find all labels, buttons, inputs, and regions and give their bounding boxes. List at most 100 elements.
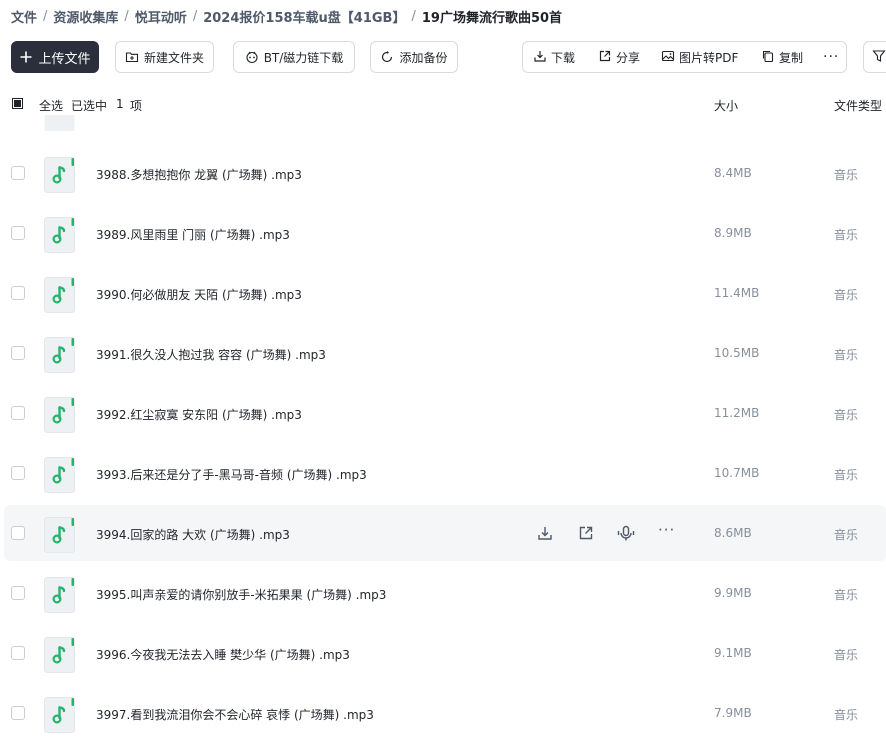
download-icon	[533, 49, 547, 66]
file-name[interactable]: 3995.叫声亲爱的请你别放手-米拓果果 (广场舞) .mp3	[96, 586, 386, 603]
file-row[interactable]: 3995.叫声亲爱的请你别放手-米拓果果 (广场舞) .mp3 9.9MB 音乐	[0, 565, 886, 621]
file-list: 3988.多想抱抱你 龙翼 (广场舞) .mp3 8.4MB 音乐 3989.风…	[0, 115, 886, 742]
file-size: 9.1MB	[714, 646, 752, 660]
row-checkbox[interactable]	[11, 286, 25, 300]
image-to-pdf-label: 图片转PDF	[679, 50, 739, 65]
size-column-header[interactable]: 大小	[714, 97, 738, 114]
music-file-icon	[44, 157, 76, 193]
file-row[interactable]: 3988.多想抱抱你 龙翼 (广场舞) .mp3 8.4MB 音乐	[0, 145, 886, 201]
file-type: 音乐	[834, 468, 859, 482]
file-type: 音乐	[834, 708, 859, 722]
image-icon	[661, 49, 675, 66]
row-checkbox[interactable]	[11, 346, 25, 360]
selected-unit: 项	[130, 99, 143, 113]
file-type: 音乐	[834, 228, 859, 242]
filter-icon	[872, 48, 886, 67]
selected-count: 1	[116, 97, 124, 111]
image-to-pdf-button[interactable]: 图片转PDF	[661, 42, 738, 72]
breadcrumb-separator: /	[43, 8, 48, 24]
file-row[interactable]: 3989.风里雨里 门丽 (广场舞) .mp3 8.9MB 音乐	[0, 205, 886, 261]
more-icon: ···	[823, 49, 840, 65]
row-checkbox[interactable]	[11, 406, 25, 420]
bt-magnet-download-label: BT/磁力链下载	[263, 50, 344, 65]
upload-file-label: 上传文件	[38, 51, 91, 67]
copy-label: 复制	[779, 50, 804, 65]
breadcrumb-item-current-folder: 19广场舞流行歌曲50首	[421, 10, 563, 26]
download-button[interactable]: 下载	[533, 42, 575, 72]
file-size: 7.9MB	[714, 706, 752, 720]
bt-magnet-download-button[interactable]: BT/磁力链下载	[233, 41, 355, 73]
file-type: 音乐	[834, 348, 859, 362]
breadcrumb-item-files[interactable]: 文件	[11, 7, 37, 26]
breadcrumb-item-pleasant-music[interactable]: 悦耳动听	[135, 7, 187, 26]
toolbar: 上传文件 新建文件夹 BT/磁力链下载 添加备份 下载 分享 图片转PDF 复制…	[11, 41, 886, 73]
breadcrumb: 文件 / 资源收集库 / 悦耳动听 / 2024报价158车载u盘【41GB】 …	[11, 6, 562, 26]
file-name[interactable]: 3989.风里雨里 门丽 (广场舞) .mp3	[96, 226, 290, 243]
partial-previous-row	[0, 115, 886, 131]
file-name[interactable]: 3990.何必做朋友 天陌 (广场舞) .mp3	[96, 286, 302, 303]
selected-label: 已选中	[71, 99, 108, 113]
file-row[interactable]: 3991.很久没人抱过我 容容 (广场舞) .mp3 10.5MB 音乐	[0, 325, 886, 381]
row-more-icon[interactable]: ···	[658, 521, 676, 539]
new-folder-button[interactable]: 新建文件夹	[115, 41, 214, 73]
plus-icon	[19, 50, 33, 64]
row-checkbox[interactable]	[11, 586, 25, 600]
row-checkbox[interactable]	[11, 646, 25, 660]
folder-plus-icon	[125, 50, 139, 64]
row-checkbox[interactable]	[11, 166, 25, 180]
music-file-icon	[44, 217, 76, 253]
file-name[interactable]: 3997.看到我流泪你会不会心碎 哀悸 (广场舞) .mp3	[96, 706, 374, 723]
file-name[interactable]: 3996.今夜我无法去入睡 樊少华 (广场舞) .mp3	[96, 646, 350, 663]
file-row[interactable]: 3997.看到我流泪你会不会心碎 哀悸 (广场舞) .mp3 7.9MB 音乐	[0, 685, 886, 741]
file-row[interactable]: 3992.红尘寂寞 安东阳 (广场舞) .mp3 11.2MB 音乐	[0, 385, 886, 441]
music-file-icon	[44, 397, 76, 433]
filter-button[interactable]	[863, 41, 886, 73]
breadcrumb-item-usb-drive[interactable]: 2024报价158车载u盘【41GB】	[203, 7, 405, 26]
file-row[interactable]: 3993.后来还是分了手-黑马哥-音频 (广场舞) .mp3 10.7MB 音乐	[0, 445, 886, 501]
copy-button[interactable]: 复制	[761, 42, 803, 72]
copy-icon	[761, 49, 775, 66]
music-file-icon	[44, 697, 76, 733]
new-folder-label: 新建文件夹	[143, 50, 204, 65]
file-type: 音乐	[834, 648, 859, 662]
file-name[interactable]: 3992.红尘寂寞 安东阳 (广场舞) .mp3	[96, 406, 302, 423]
row-hover-actions: ···	[4, 505, 886, 561]
file-name[interactable]: 3988.多想抱抱你 龙翼 (广场舞) .mp3	[96, 166, 302, 183]
row-audio-icon[interactable]	[617, 524, 635, 542]
music-file-icon	[44, 115, 76, 131]
row-checkbox[interactable]	[11, 466, 25, 480]
row-share-icon[interactable]	[577, 524, 595, 542]
music-file-icon	[44, 277, 76, 313]
more-actions-button[interactable]: ···	[823, 42, 839, 72]
row-checkbox[interactable]	[11, 706, 25, 720]
upload-file-button[interactable]: 上传文件	[11, 41, 99, 73]
file-row[interactable]: 3996.今夜我无法去入睡 樊少华 (广场舞) .mp3 9.1MB 音乐	[0, 625, 886, 681]
file-row[interactable]: 3994.回家的路 大欢 (广场舞) .mp3 8.6MB 音乐 ···	[4, 505, 886, 561]
row-checkbox[interactable]	[11, 226, 25, 240]
type-column-header[interactable]: 文件类型	[834, 97, 882, 114]
backup-icon	[380, 50, 394, 64]
file-row[interactable]: 3990.何必做朋友 天陌 (广场舞) .mp3 11.4MB 音乐	[0, 265, 886, 321]
music-file-icon	[44, 577, 76, 613]
file-type: 音乐	[834, 408, 859, 422]
music-file-icon	[44, 637, 76, 673]
share-label: 分享	[616, 50, 641, 65]
file-type: 音乐	[834, 588, 859, 602]
row-download-icon[interactable]	[536, 524, 554, 542]
download-label: 下载	[551, 50, 576, 65]
file-name[interactable]: 3991.很久没人抱过我 容容 (广场舞) .mp3	[96, 346, 326, 363]
file-size: 10.5MB	[714, 346, 760, 360]
share-icon	[598, 49, 612, 66]
file-name[interactable]: 3993.后来还是分了手-黑马哥-音频 (广场舞) .mp3	[96, 466, 367, 483]
file-size: 9.9MB	[714, 586, 752, 600]
breadcrumb-item-resource-library[interactable]: 资源收集库	[53, 7, 118, 26]
breadcrumb-separator: /	[124, 8, 129, 24]
music-file-icon	[44, 337, 76, 373]
select-all-checkbox[interactable]	[12, 98, 23, 109]
share-button[interactable]: 分享	[598, 42, 640, 72]
add-backup-button[interactable]: 添加备份	[370, 41, 458, 73]
file-size: 11.4MB	[714, 286, 760, 300]
select-all-label[interactable]: 全选	[39, 97, 63, 114]
file-type: 音乐	[834, 288, 859, 302]
add-backup-label: 添加备份	[399, 50, 448, 65]
